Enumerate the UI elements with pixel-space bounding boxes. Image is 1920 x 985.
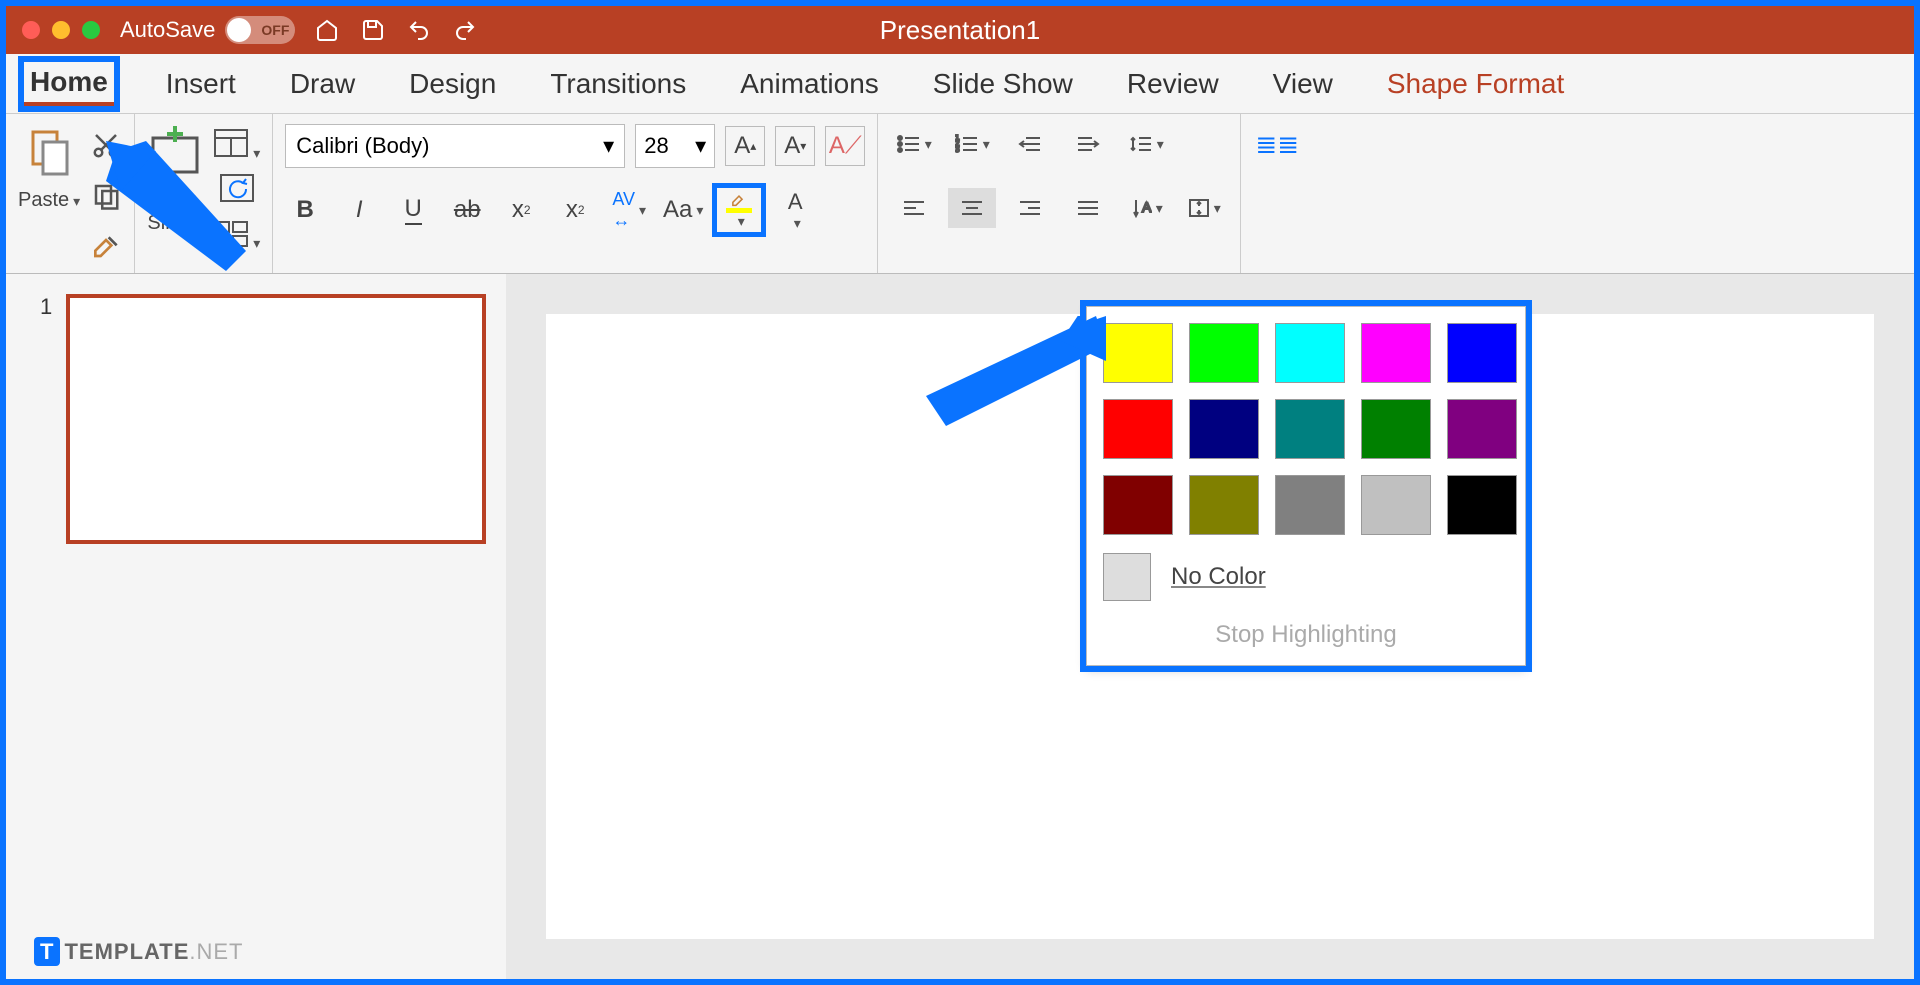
svg-text:A: A xyxy=(1142,199,1152,215)
ribbon-tabs: Home Insert Draw Design Transitions Anim… xyxy=(6,54,1914,114)
bold-button[interactable]: B xyxy=(285,190,325,230)
autosave-switch[interactable]: OFF xyxy=(225,16,295,44)
autosave-toggle[interactable]: AutoSave OFF xyxy=(120,16,295,44)
font-name-select[interactable]: Calibri (Body)▾ xyxy=(285,124,625,168)
color-swatch[interactable] xyxy=(1189,323,1259,383)
home-icon[interactable] xyxy=(313,16,341,44)
underline-button[interactable]: U xyxy=(393,190,433,230)
title-bar: AutoSave OFF Presentation1 xyxy=(6,6,1914,54)
color-swatch[interactable] xyxy=(1447,399,1517,459)
clear-formatting-icon[interactable]: A⟋ xyxy=(825,126,865,166)
slide-thumbnails-panel[interactable]: 1 xyxy=(6,274,506,979)
save-icon[interactable] xyxy=(359,16,387,44)
color-swatch[interactable] xyxy=(1447,475,1517,535)
color-swatch[interactable] xyxy=(1275,399,1345,459)
color-swatch[interactable] xyxy=(1361,475,1431,535)
increase-font-icon[interactable]: A▴ xyxy=(725,126,765,166)
group-more: ≣≣ xyxy=(1241,114,1313,273)
slide-thumbnail-1[interactable] xyxy=(66,294,486,544)
tab-draw[interactable]: Draw xyxy=(288,64,357,104)
columns-icon[interactable]: ≣≣ xyxy=(1253,124,1301,164)
tab-design[interactable]: Design xyxy=(407,64,498,104)
tab-shape-format[interactable]: Shape Format xyxy=(1385,64,1566,104)
tab-slide-show[interactable]: Slide Show xyxy=(931,64,1075,104)
autosave-label: AutoSave xyxy=(120,17,215,43)
undo-icon[interactable] xyxy=(405,16,433,44)
strikethrough-button[interactable]: ab xyxy=(447,190,487,230)
minimize-icon[interactable] xyxy=(52,21,70,39)
color-swatch[interactable] xyxy=(1275,475,1345,535)
bullets-icon[interactable] xyxy=(890,124,938,164)
character-spacing-icon[interactable]: AV↔ xyxy=(609,190,649,230)
tab-insert[interactable]: Insert xyxy=(164,64,238,104)
align-center-icon[interactable] xyxy=(948,188,996,228)
document-title: Presentation1 xyxy=(880,15,1040,46)
color-swatches-grid xyxy=(1103,323,1509,535)
tab-transitions[interactable]: Transitions xyxy=(548,64,688,104)
superscript-button[interactable]: x2 xyxy=(501,190,541,230)
color-swatch[interactable] xyxy=(1189,399,1259,459)
justify-icon[interactable] xyxy=(1064,188,1112,228)
paste-label[interactable]: Paste xyxy=(18,189,80,212)
align-text-icon[interactable] xyxy=(1180,188,1228,228)
color-swatch[interactable] xyxy=(1447,323,1517,383)
color-swatch[interactable] xyxy=(1189,475,1259,535)
thumbnail-number: 1 xyxy=(40,294,52,320)
ribbon: Paste New Slide Calibri (Body)▾ xyxy=(6,114,1914,274)
no-color-label: No Color xyxy=(1171,563,1266,591)
color-swatch[interactable] xyxy=(1103,399,1173,459)
window-controls xyxy=(22,21,100,39)
group-font: Calibri (Body)▾ 28▾ A▴ A▾ A⟋ B I U ab x2… xyxy=(273,114,878,273)
paste-icon[interactable] xyxy=(25,124,73,185)
align-left-icon[interactable] xyxy=(890,188,938,228)
tab-animations[interactable]: Animations xyxy=(738,64,881,104)
decrease-font-icon[interactable]: A▾ xyxy=(775,126,815,166)
group-paragraph: 123 A xyxy=(878,114,1241,273)
redo-icon[interactable] xyxy=(451,16,479,44)
font-size-select[interactable]: 28▾ xyxy=(635,124,715,168)
text-direction-icon[interactable]: A xyxy=(1122,188,1170,228)
annotation-arrow-icon xyxy=(106,141,246,281)
align-right-icon[interactable] xyxy=(1006,188,1054,228)
color-swatch[interactable] xyxy=(1103,475,1173,535)
highlight-color-button[interactable] xyxy=(719,190,759,230)
subscript-button[interactable]: x2 xyxy=(555,190,595,230)
decrease-indent-icon[interactable] xyxy=(1006,124,1054,164)
stop-highlighting-label: Stop Highlighting xyxy=(1215,621,1396,648)
tab-home[interactable]: Home xyxy=(24,62,114,106)
change-case-icon[interactable]: Aa xyxy=(663,190,703,230)
stop-highlighting-option[interactable]: Stop Highlighting xyxy=(1103,621,1509,649)
close-icon[interactable] xyxy=(22,21,40,39)
annotation-arrow-icon xyxy=(926,316,1106,436)
line-spacing-icon[interactable] xyxy=(1122,124,1170,164)
no-color-option[interactable]: No Color xyxy=(1103,553,1509,601)
tab-review[interactable]: Review xyxy=(1125,64,1221,104)
maximize-icon[interactable] xyxy=(82,21,100,39)
tab-view[interactable]: View xyxy=(1271,64,1335,104)
quick-access-toolbar xyxy=(313,16,479,44)
color-swatch[interactable] xyxy=(1103,323,1173,383)
increase-indent-icon[interactable] xyxy=(1064,124,1112,164)
color-swatch[interactable] xyxy=(1275,323,1345,383)
highlight-color-menu: No Color Stop Highlighting xyxy=(1086,306,1526,666)
watermark: TTEMPLATE.NET xyxy=(34,939,244,965)
watermark-logo-icon: T xyxy=(34,937,60,966)
font-color-button[interactable]: A xyxy=(775,190,815,230)
numbering-icon[interactable]: 123 xyxy=(948,124,996,164)
svg-text:3: 3 xyxy=(955,145,960,154)
color-swatch[interactable] xyxy=(1361,323,1431,383)
italic-button[interactable]: I xyxy=(339,190,379,230)
color-swatch[interactable] xyxy=(1361,399,1431,459)
no-color-swatch-icon xyxy=(1103,553,1151,601)
